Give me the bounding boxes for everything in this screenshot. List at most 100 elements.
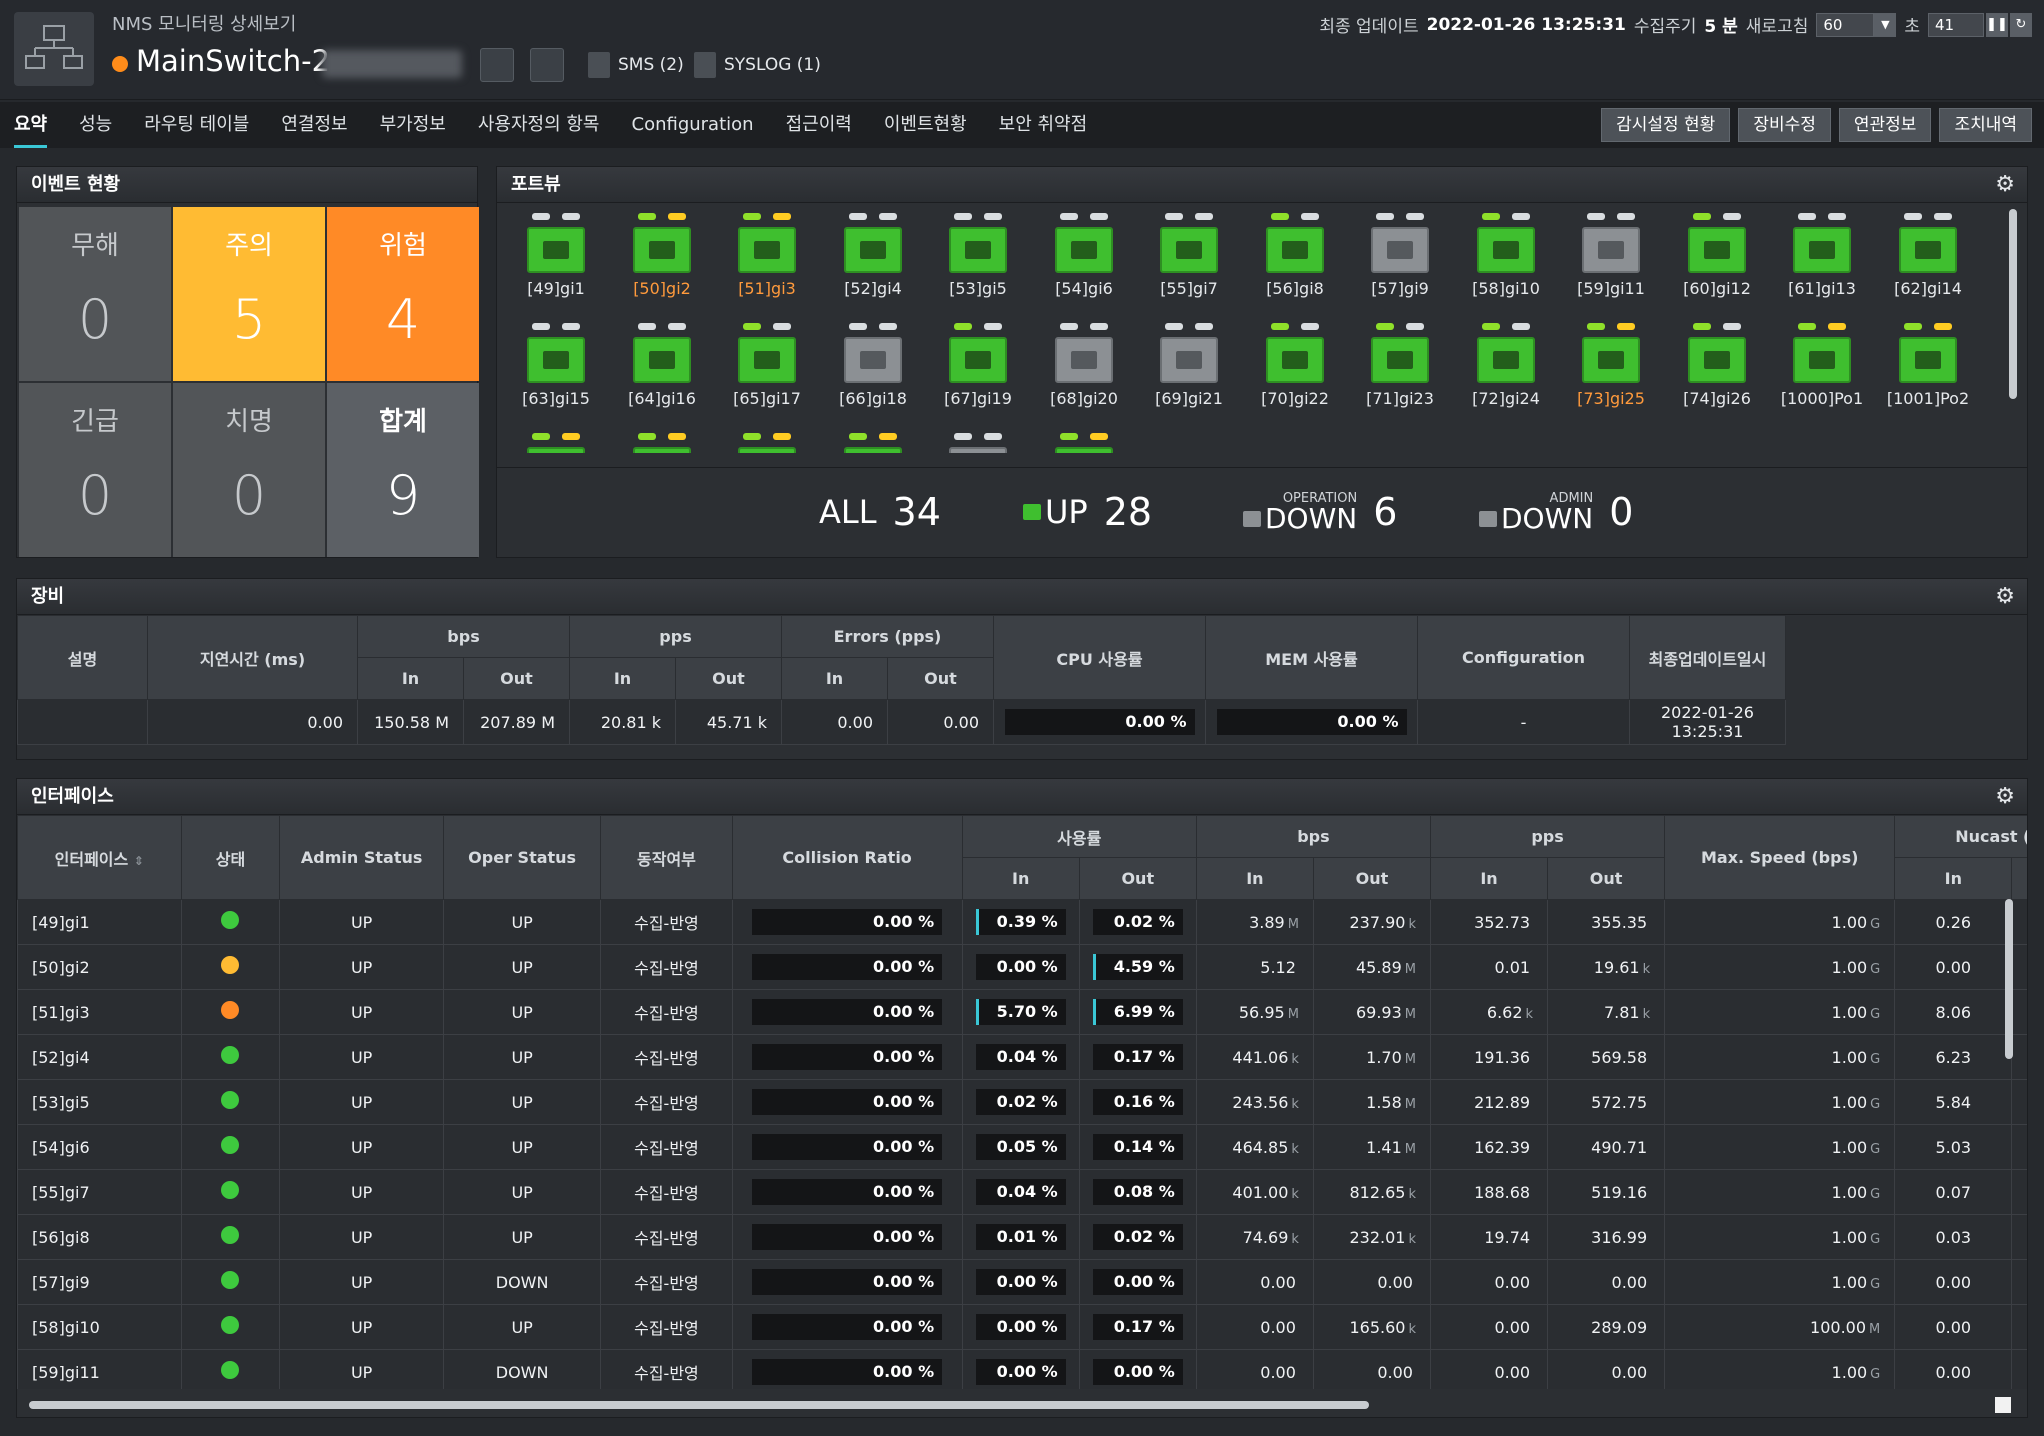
port-item[interactable]: [57]gi9 bbox=[1353, 213, 1447, 298]
cell-interface[interactable]: [56]gi8 bbox=[17, 1214, 182, 1260]
cell-interface[interactable]: [55]gi7 bbox=[17, 1169, 182, 1215]
port-item[interactable]: [72]gi24 bbox=[1459, 323, 1553, 408]
port-item[interactable] bbox=[509, 433, 603, 453]
table-row[interactable]: [51]gi3 UP UP 수집-반영 0.00 % 5.70 % 6.99 % 56.95 M… bbox=[17, 989, 2027, 1035]
table-row[interactable]: [52]gi4 UP UP 수집-반영 0.00 % 0.04 % 0.17 % 441.06… bbox=[17, 1034, 2027, 1080]
port-item[interactable]: [51]gi3 bbox=[720, 213, 814, 298]
interfaces-horizontal-scrollbar[interactable] bbox=[29, 1401, 1369, 1409]
port-item[interactable]: [1001]Po2 bbox=[1881, 323, 1975, 408]
port-item[interactable]: [56]gi8 bbox=[1248, 213, 1342, 298]
tab-1[interactable]: 성능 bbox=[79, 102, 112, 148]
table-row[interactable]: [57]gi9 UP DOWN 수집-반영 0.00 % 0.00 % 0.00 % 0.00… bbox=[17, 1259, 2027, 1305]
port-item[interactable]: [1000]Po1 bbox=[1775, 323, 1869, 408]
port-item[interactable]: [58]gi10 bbox=[1459, 213, 1553, 298]
port-item[interactable]: [54]gi6 bbox=[1037, 213, 1131, 298]
tab-0[interactable]: 요약 bbox=[14, 102, 48, 148]
gear-icon[interactable]: ⚙ bbox=[1995, 173, 2015, 197]
event-critical[interactable]: 치명 0 bbox=[173, 383, 325, 557]
cell-collision: 0.00 % bbox=[731, 944, 963, 990]
port-item[interactable]: [63]gi15 bbox=[509, 323, 603, 408]
cell-interface[interactable]: [57]gi9 bbox=[17, 1259, 182, 1305]
cell-interface[interactable]: [52]gi4 bbox=[17, 1034, 182, 1080]
port-item[interactable]: [50]gi2 bbox=[615, 213, 709, 298]
gear-icon[interactable]: ⚙ bbox=[1995, 585, 2015, 609]
port-item[interactable]: [66]gi18 bbox=[826, 323, 920, 408]
tab-6[interactable]: Configuration bbox=[632, 102, 754, 148]
cell-interface[interactable]: [49]gi1 bbox=[17, 899, 182, 945]
cell-interface[interactable]: [53]gi5 bbox=[17, 1079, 182, 1125]
port-item[interactable]: [59]gi11 bbox=[1564, 213, 1658, 298]
table-row[interactable]: [50]gi2 UP UP 수집-반영 0.00 % 0.00 % 4.59 % 5.12 45… bbox=[17, 944, 2027, 990]
tab-3[interactable]: 연결정보 bbox=[281, 102, 347, 148]
port-item[interactable]: [70]gi22 bbox=[1248, 323, 1342, 408]
refresh-interval-select[interactable]: 60 bbox=[1816, 12, 1875, 37]
port-item[interactable]: [64]gi16 bbox=[615, 323, 709, 408]
port-item[interactable]: [74]gi26 bbox=[1670, 323, 1764, 408]
monitor-settings-button[interactable]: 감시설정 현황 bbox=[1601, 108, 1731, 142]
pause-icon[interactable]: ❚❚ bbox=[1986, 12, 2008, 37]
port-view-scrollbar[interactable] bbox=[2009, 209, 2017, 399]
port-item[interactable] bbox=[1037, 433, 1131, 453]
event-harmless[interactable]: 무해 0 bbox=[19, 207, 171, 381]
table-row[interactable]: [59]gi11 UP DOWN 수집-반영 0.00 % 0.00 % 0.00 % 0.0… bbox=[17, 1349, 2027, 1389]
cell-usage-out: 0.02 % bbox=[1078, 1214, 1197, 1260]
port-item[interactable]: [73]gi25 bbox=[1564, 323, 1658, 408]
port-item[interactable]: [67]gi19 bbox=[931, 323, 1025, 408]
edit-screen-button[interactable] bbox=[480, 48, 514, 82]
port-item[interactable] bbox=[931, 433, 1025, 453]
cell-interface[interactable]: [58]gi10 bbox=[17, 1304, 182, 1350]
gear-icon[interactable]: ⚙ bbox=[1995, 785, 2015, 809]
tab-7[interactable]: 접근이력 bbox=[786, 102, 852, 148]
col-interface[interactable]: 인터페이스 ⇕ bbox=[17, 815, 182, 900]
table-row[interactable]: [56]gi8 UP UP 수집-반영 0.00 % 0.01 % 0.02 % 74.69 k… bbox=[17, 1214, 2027, 1260]
interfaces-vertical-scrollbar[interactable] bbox=[2005, 899, 2013, 1059]
col-status: 상태 bbox=[180, 815, 281, 900]
cell-interface[interactable]: [59]gi11 bbox=[17, 1349, 182, 1389]
port-item[interactable]: [55]gi7 bbox=[1142, 213, 1236, 298]
tab-2[interactable]: 라우팅 테이블 bbox=[144, 102, 249, 148]
port-item[interactable]: [62]gi14 bbox=[1881, 213, 1975, 298]
port-item[interactable]: [68]gi20 bbox=[1037, 323, 1131, 408]
action-history-button[interactable]: 조치내역 bbox=[1939, 108, 2032, 142]
related-info-button[interactable]: 연관정보 bbox=[1838, 108, 1932, 142]
port-led bbox=[638, 433, 656, 440]
table-row[interactable]: [55]gi7 UP UP 수집-반영 0.00 % 0.04 % 0.08 % 401.00… bbox=[17, 1169, 2027, 1215]
sms-link[interactable]: SMS (2) bbox=[588, 52, 684, 78]
event-urgent[interactable]: 긴급 0 bbox=[19, 383, 171, 557]
port-item[interactable]: [53]gi5 bbox=[931, 213, 1025, 298]
table-row[interactable]: [58]gi10 UP UP 수집-반영 0.00 % 0.00 % 0.17 % 0.00 1… bbox=[17, 1304, 2027, 1350]
port-item[interactable] bbox=[826, 433, 920, 453]
port-led bbox=[668, 323, 686, 330]
syslog-link[interactable]: SYSLOG (1) bbox=[694, 52, 821, 78]
port-item[interactable]: [71]gi23 bbox=[1353, 323, 1447, 408]
cell-interface[interactable]: [51]gi3 bbox=[17, 989, 182, 1035]
port-item[interactable]: [69]gi21 bbox=[1142, 323, 1236, 408]
event-danger[interactable]: 위험 4 bbox=[327, 207, 479, 381]
port-item[interactable]: [52]gi4 bbox=[826, 213, 920, 298]
edit-device-button[interactable]: 장비수정 bbox=[1738, 108, 1831, 142]
port-item[interactable]: [61]gi13 bbox=[1775, 213, 1869, 298]
refresh-icon[interactable]: ↻ bbox=[2010, 12, 2032, 37]
event-caution[interactable]: 주의 5 bbox=[173, 207, 325, 381]
event-total[interactable]: 합계 9 bbox=[327, 383, 479, 557]
port-item[interactable]: [65]gi17 bbox=[720, 323, 814, 408]
port-item[interactable]: [49]gi1 bbox=[509, 213, 603, 298]
sort-arrows-icon[interactable]: ⇕ bbox=[134, 854, 144, 868]
port-item[interactable]: [60]gi12 bbox=[1670, 213, 1764, 298]
port-leds bbox=[509, 433, 603, 443]
port-item[interactable] bbox=[720, 433, 814, 453]
cell-interface[interactable]: [50]gi2 bbox=[17, 944, 182, 990]
cell-interface[interactable]: [54]gi6 bbox=[17, 1124, 182, 1170]
table-row[interactable]: [53]gi5 UP UP 수집-반영 0.00 % 0.02 % 0.16 % 243.56… bbox=[17, 1079, 2027, 1125]
tab-8[interactable]: 이벤트현황 bbox=[884, 102, 967, 148]
fullscreen-button[interactable] bbox=[530, 48, 564, 82]
tab-5[interactable]: 사용자정의 항목 bbox=[478, 102, 600, 148]
seconds-label: 초 bbox=[1904, 17, 1920, 37]
table-row[interactable]: [54]gi6 UP UP 수집-반영 0.00 % 0.05 % 0.14 % 464.85… bbox=[17, 1124, 2027, 1170]
tab-4[interactable]: 부가정보 bbox=[380, 102, 446, 148]
port-summary-oper-down: OPERATION DOWN 6 bbox=[1243, 490, 1397, 534]
chevron-down-icon[interactable]: ▼ bbox=[1874, 12, 1897, 37]
table-row[interactable]: [49]gi1 UP UP 수집-반영 0.00 % 0.39 % 0.02 % 3.89 M 2… bbox=[17, 899, 2027, 945]
tab-9[interactable]: 보안 취약점 bbox=[999, 102, 1088, 148]
port-item[interactable] bbox=[615, 433, 709, 453]
